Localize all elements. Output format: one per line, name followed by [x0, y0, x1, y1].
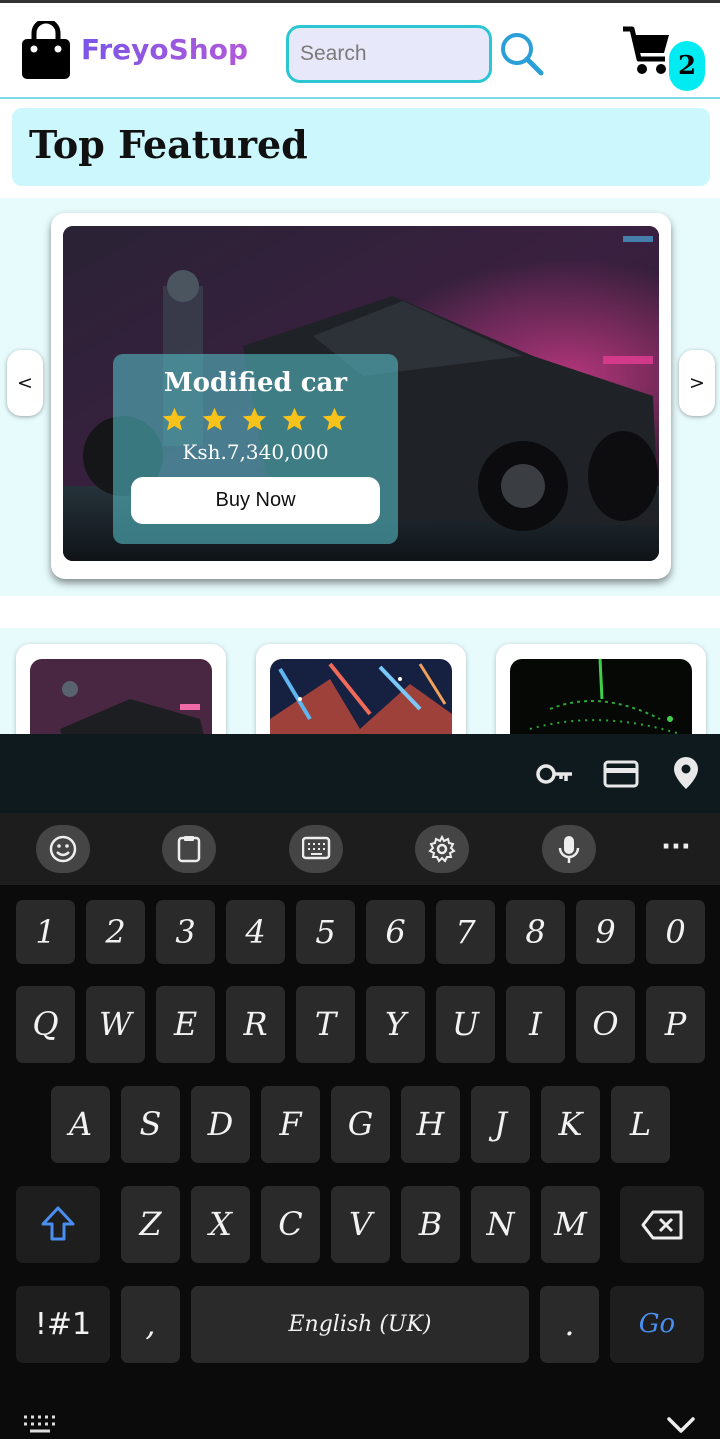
key-t[interactable]: T [296, 986, 355, 1063]
shift-icon [41, 1206, 75, 1241]
key-j[interactable]: J [471, 1086, 530, 1163]
key-3[interactable]: 3 [156, 900, 215, 964]
card-icon[interactable] [603, 760, 639, 788]
key-icon[interactable] [536, 762, 574, 786]
brand-name[interactable]: FreyoShop [81, 33, 248, 66]
key-8[interactable]: 8 [506, 900, 565, 964]
shopping-bag-icon [22, 21, 70, 79]
emoji-icon [49, 835, 77, 863]
key-y[interactable]: Y [366, 986, 425, 1063]
clipboard-button[interactable] [162, 825, 216, 873]
keyboard-mode-button[interactable] [289, 825, 343, 873]
key-q[interactable]: Q [16, 986, 75, 1063]
buy-now-button[interactable]: Buy Now [131, 477, 380, 524]
key-o[interactable]: O [576, 986, 635, 1063]
key-1[interactable]: 1 [16, 900, 75, 964]
key-n[interactable]: N [471, 1186, 530, 1263]
key-u[interactable]: U [436, 986, 495, 1063]
key-h[interactable]: H [401, 1086, 460, 1163]
page: FreyoShop 2 Top Featured [0, 0, 720, 1439]
symbols-key[interactable]: !#1 [16, 1286, 110, 1363]
more-options-button[interactable]: ··· [648, 827, 704, 871]
star-icon [282, 407, 307, 431]
key-v[interactable]: V [331, 1186, 390, 1263]
key-e[interactable]: E [156, 986, 215, 1063]
key-s[interactable]: S [121, 1086, 180, 1163]
cart-count-badge[interactable]: 2 [669, 41, 705, 91]
cart-icon[interactable] [623, 25, 671, 77]
hide-keyboard-icon[interactable] [666, 1416, 696, 1434]
key-l[interactable]: L [611, 1086, 670, 1163]
backspace-key[interactable] [620, 1186, 704, 1263]
key-2[interactable]: 2 [86, 900, 145, 964]
key-5[interactable]: 5 [296, 900, 355, 964]
carousel-next-button[interactable]: > [679, 350, 715, 416]
key-k[interactable]: K [541, 1086, 600, 1163]
carousel-prev-button[interactable]: < [7, 350, 43, 416]
key-b[interactable]: B [401, 1186, 460, 1263]
backspace-icon [641, 1210, 683, 1240]
product-overlay: Modified car Ksh.7,340,000 Buy Now [113, 354, 398, 544]
star-icon [322, 407, 347, 431]
clipboard-icon [177, 836, 201, 863]
rating-stars [161, 406, 348, 436]
key-f[interactable]: F [261, 1086, 320, 1163]
search-icon[interactable] [498, 30, 544, 76]
key-p[interactable]: P [646, 986, 705, 1063]
star-icon [162, 407, 187, 431]
key-0[interactable]: 0 [646, 900, 705, 964]
key-w[interactable]: W [86, 986, 145, 1063]
key-m[interactable]: M [541, 1186, 600, 1263]
product-name: Modified car [163, 368, 348, 398]
location-icon[interactable] [673, 756, 699, 790]
featured-title: Top Featured [29, 122, 308, 167]
key-z[interactable]: Z [121, 1186, 180, 1263]
shift-key[interactable] [16, 1186, 100, 1263]
product-price: Ksh.7,340,000 [182, 440, 329, 464]
key-c[interactable]: C [261, 1186, 320, 1263]
key-x[interactable]: X [191, 1186, 250, 1263]
autofill-bar [0, 734, 720, 813]
featured-header: Top Featured [12, 108, 710, 186]
go-key[interactable]: Go [610, 1286, 704, 1363]
star-icon [242, 407, 267, 431]
app-header: FreyoShop 2 [0, 3, 720, 99]
period-key[interactable]: . [540, 1286, 599, 1363]
star-icon [202, 407, 227, 431]
key-6[interactable]: 6 [366, 900, 425, 964]
keyboard-toolbar: ··· [0, 813, 720, 885]
key-9[interactable]: 9 [576, 900, 635, 964]
voice-input-button[interactable] [542, 825, 596, 873]
comma-key[interactable]: , [121, 1286, 180, 1363]
key-7[interactable]: 7 [436, 900, 495, 964]
microphone-icon [558, 836, 580, 863]
key-4[interactable]: 4 [226, 900, 285, 964]
emoji-button[interactable] [36, 825, 90, 873]
keyboard-icon [302, 836, 331, 860]
keyboard-settings-button[interactable] [415, 825, 469, 873]
keyboard-switch-icon[interactable] [22, 1414, 58, 1434]
key-a[interactable]: A [51, 1086, 110, 1163]
key-d[interactable]: D [191, 1086, 250, 1163]
space-key[interactable]: English (UK) [191, 1286, 529, 1363]
settings-icon [428, 835, 456, 863]
search-input[interactable] [289, 28, 489, 80]
keyboard-nav-bar [0, 1390, 720, 1439]
search-field[interactable] [286, 25, 492, 83]
key-i[interactable]: I [506, 986, 565, 1063]
key-g[interactable]: G [331, 1086, 390, 1163]
key-r[interactable]: R [226, 986, 285, 1063]
